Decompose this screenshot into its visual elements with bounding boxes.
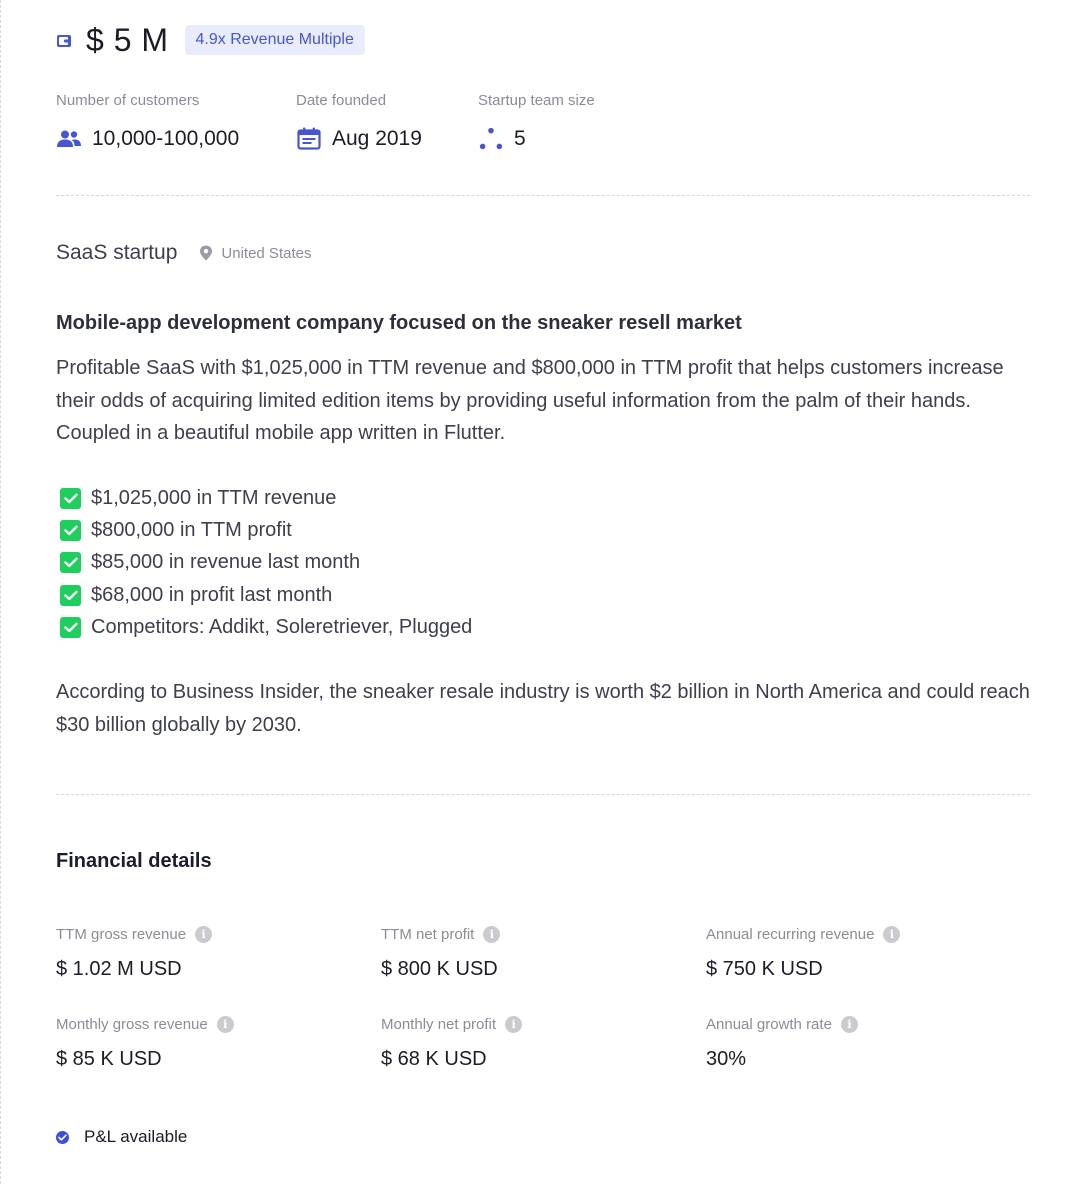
closing-paragraph: According to Business Insider, the sneak… (56, 681, 1030, 736)
section-divider (56, 794, 1030, 795)
list-item-text: $800,000 in TTM profit (91, 518, 292, 541)
metric-value: $ 750 K USD (706, 958, 823, 980)
metric-value: $ 85 K USD (56, 1048, 162, 1070)
price-header: $ 5 M 4.9x Revenue Multiple (56, 22, 365, 58)
metric-ttm-gross-revenue: TTM gross revenue i $ 1.02 M USD (56, 922, 381, 1012)
list-item: $85,000 in revenue last month (60, 547, 472, 579)
checkmark-icon (60, 584, 81, 606)
list-item: $1,025,000 in TTM revenue (60, 482, 472, 514)
metric-label: Monthly gross revenue (56, 1015, 208, 1033)
pl-available: P&L available (56, 1126, 187, 1148)
highlights-list: $1,025,000 in TTM revenue $800,000 in TT… (60, 482, 472, 643)
listing-headline: Mobile-app development company focused o… (56, 312, 742, 334)
list-item-text: Competitors: Addikt, Soleretriever, Plug… (91, 615, 473, 638)
location: United States (199, 245, 311, 262)
list-item: $800,000 in TTM profit (60, 514, 472, 546)
metric-label: TTM gross revenue (56, 925, 187, 943)
metric-monthly-net-profit: Monthly net profit i $ 68 K USD (381, 1012, 706, 1102)
financial-details-title: Financial details (56, 850, 212, 872)
location-text: United States (221, 244, 312, 262)
startup-type-row: SaaS startup United States (56, 240, 311, 266)
stat-label: Number of customers (56, 92, 200, 109)
section-divider (56, 195, 1030, 196)
metric-label: Annual recurring revenue (706, 925, 875, 943)
info-icon[interactable]: i (505, 1015, 523, 1033)
stat-value: 5 (514, 127, 526, 150)
checkmark-icon (60, 519, 81, 541)
checkmark-icon (60, 487, 81, 509)
metric-value: $ 800 K USD (381, 958, 498, 980)
left-border-rule (0, 0, 1, 1184)
key-stats: Number of customers 10,000-100,000 Date … (56, 92, 658, 152)
list-item: Competitors: Addikt, Soleretriever, Plug… (60, 611, 472, 643)
list-item-text: $85,000 in revenue last month (91, 551, 361, 574)
users-icon (56, 126, 82, 152)
startup-type: SaaS startup (56, 241, 178, 264)
listing-description: Profitable SaaS with $1,025,000 in TTM r… (56, 357, 1004, 444)
metric-label: TTM net profit (381, 925, 475, 943)
metric-ttm-net-profit: TTM net profit i $ 800 K USD (381, 922, 706, 1012)
financial-metrics-grid: TTM gross revenue i $ 1.02 M USD TTM net… (56, 922, 1036, 1102)
info-icon[interactable]: i (195, 925, 213, 943)
stat-label: Startup team size (478, 92, 595, 109)
pl-available-text: P&L available (84, 1127, 188, 1146)
checkmark-icon (60, 552, 81, 574)
info-icon[interactable]: i (883, 925, 901, 943)
wallet-icon (56, 33, 72, 49)
calendar-icon (296, 126, 322, 152)
info-icon[interactable]: i (216, 1015, 234, 1033)
metric-value: $ 68 K USD (381, 1048, 487, 1070)
asking-price: $ 5 M (86, 21, 169, 58)
info-icon[interactable]: i (483, 925, 501, 943)
info-icon[interactable]: i (840, 1015, 858, 1033)
metric-label: Annual growth rate (706, 1015, 832, 1033)
stat-label: Date founded (296, 92, 387, 109)
stat-customers: Number of customers 10,000-100,000 (56, 92, 296, 152)
metric-monthly-gross-revenue: Monthly gross revenue i $ 85 K USD (56, 1012, 381, 1102)
metric-annual-growth-rate: Annual growth rate i 30% (706, 1012, 1031, 1102)
metric-annual-recurring-revenue: Annual recurring revenue i $ 750 K USD (706, 922, 1031, 1012)
list-item-text: $1,025,000 in TTM revenue (91, 486, 337, 509)
metric-label: Monthly net profit (381, 1015, 497, 1033)
team-dots-icon (478, 126, 504, 152)
stat-team-size: Startup team size 5 (478, 92, 658, 152)
check-circle-icon (56, 1130, 69, 1144)
checkmark-icon (60, 616, 81, 638)
stat-date-founded: Date founded Aug 2019 (296, 92, 478, 152)
revenue-multiple-badge: 4.9x Revenue Multiple (184, 25, 365, 55)
metric-value: 30% (706, 1048, 747, 1070)
stat-value: 10,000-100,000 (92, 127, 240, 150)
stat-value: Aug 2019 (332, 127, 422, 150)
list-item: $68,000 in profit last month (60, 579, 472, 611)
location-pin-icon (199, 245, 213, 261)
metric-value: $ 1.02 M USD (56, 958, 182, 980)
list-item-text: $68,000 in profit last month (91, 583, 333, 606)
